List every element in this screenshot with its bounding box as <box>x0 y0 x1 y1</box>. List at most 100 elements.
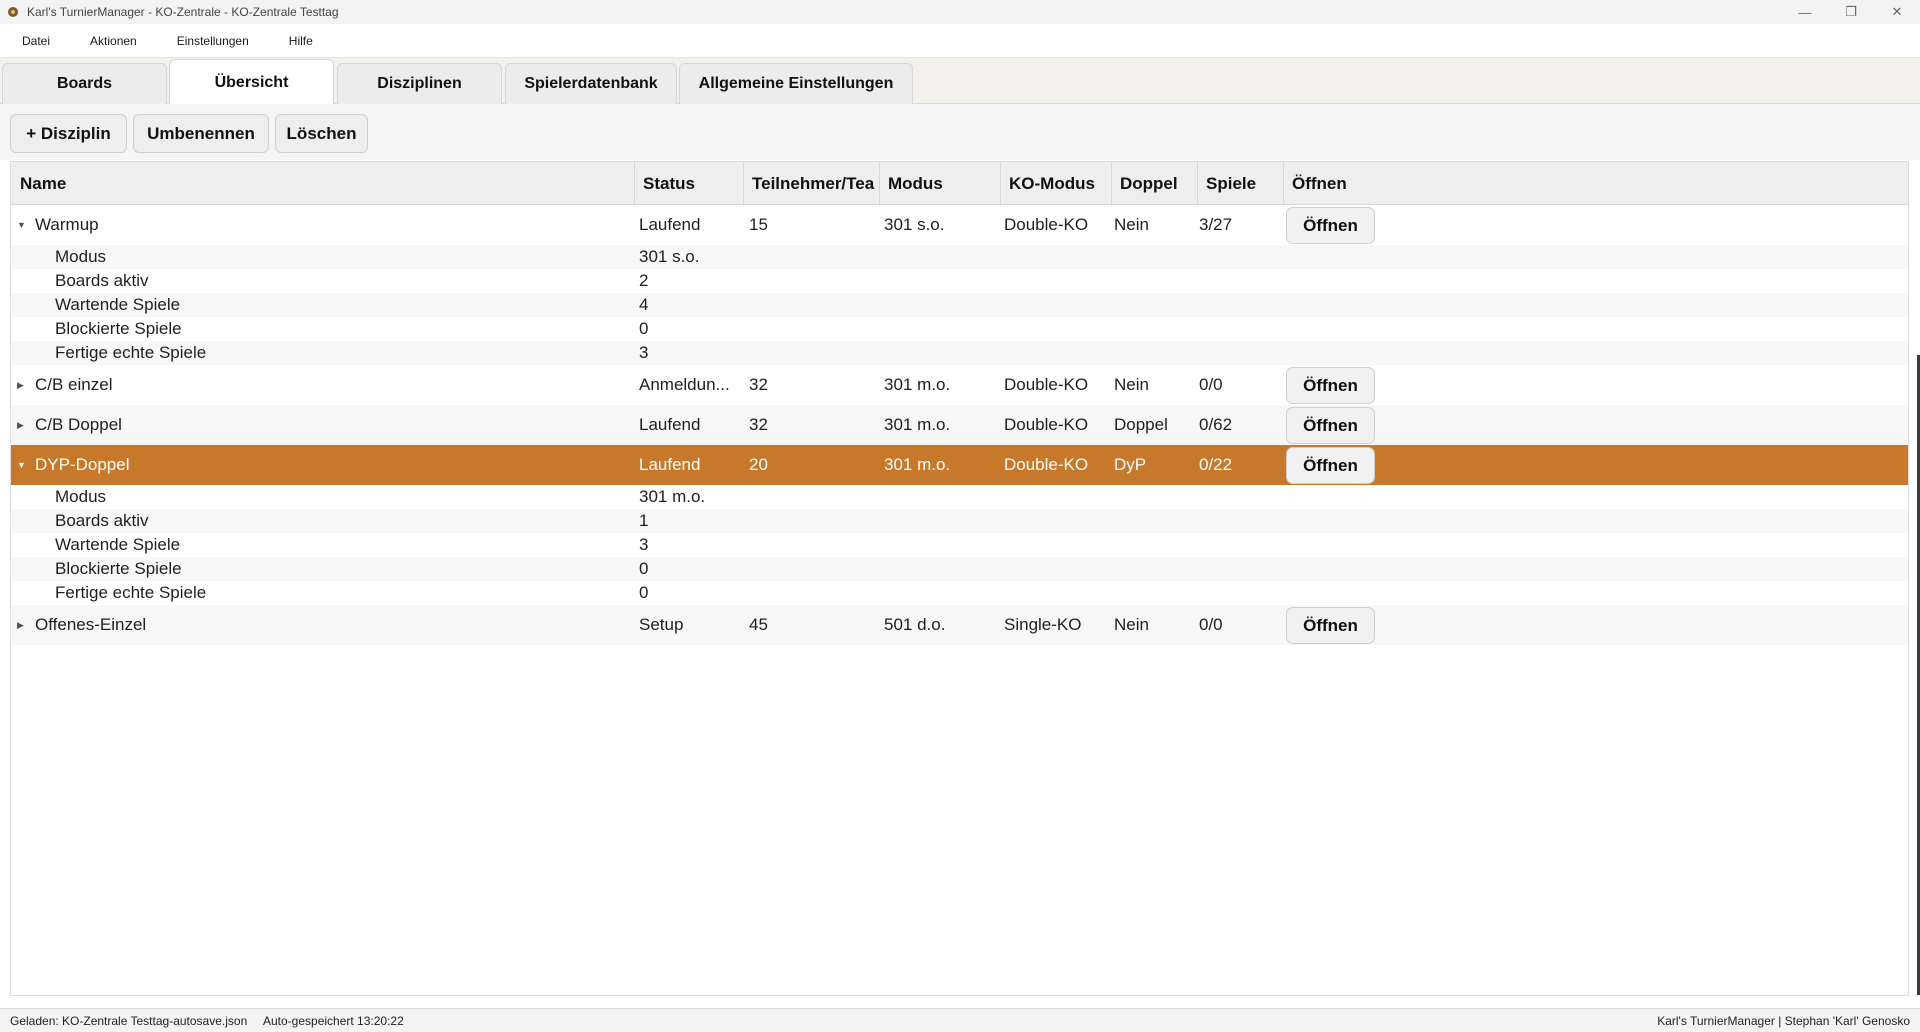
discipline-spiele: 0/62 <box>1199 415 1233 434</box>
header-teilnehmer[interactable]: Teilnehmer/Tea <box>744 162 880 205</box>
discipline-ko-modus: Double-KO <box>1004 455 1089 474</box>
discipline-spiele: 0/22 <box>1199 455 1233 474</box>
discipline-modus: 301 m.o. <box>884 415 951 434</box>
table-row-cb-doppel[interactable]: ▶ C/B Doppel Laufend 32 301 m.o. Double-… <box>11 405 1908 445</box>
tab-uebersicht[interactable]: Übersicht <box>169 59 334 105</box>
maximize-button[interactable]: ❐ <box>1828 0 1874 24</box>
expanded-arrow-icon[interactable]: ▼ <box>17 205 26 245</box>
menu-einstellungen[interactable]: Einstellungen <box>155 34 267 48</box>
detail-row: Boards aktiv 2 <box>11 269 1908 293</box>
table-row-warmup[interactable]: ▼ Warmup Laufend 15 301 s.o. Double-KO N… <box>11 205 1908 245</box>
tab-boards[interactable]: Boards <box>2 63 167 104</box>
detail-label: Boards aktiv <box>55 511 149 530</box>
rename-button[interactable]: Umbenennen <box>133 114 269 153</box>
app-credit: Karl's TurnierManager | Stephan 'Karl' G… <box>1657 1014 1910 1028</box>
discipline-spiele: 3/27 <box>1199 215 1233 234</box>
discipline-spiele: 0/0 <box>1199 615 1223 634</box>
detail-value: 4 <box>639 295 649 314</box>
title-bar: Karl's TurnierManager - KO-Zentrale - KO… <box>0 0 1920 24</box>
status-bar: Geladen: KO-Zentrale Testtag-autosave.js… <box>0 1008 1920 1032</box>
detail-row: Fertige echte Spiele 0 <box>11 581 1908 605</box>
discipline-status: Anmeldun... <box>639 375 730 394</box>
collapsed-arrow-icon[interactable]: ▶ <box>17 405 24 445</box>
discipline-name: Offenes-Einzel <box>35 615 147 634</box>
detail-label: Fertige echte Spiele <box>55 343 207 362</box>
detail-label: Boards aktiv <box>55 271 149 290</box>
dart-app-icon <box>7 6 19 18</box>
discipline-modus: 301 m.o. <box>884 375 951 394</box>
detail-row: Boards aktiv 1 <box>11 509 1908 533</box>
detail-label: Modus <box>55 247 107 266</box>
table-row-cb-einzel[interactable]: ▶ C/B einzel Anmeldun... 32 301 m.o. Dou… <box>11 365 1908 405</box>
discipline-teilnehmer: 32 <box>749 375 768 394</box>
detail-value: 3 <box>639 535 649 554</box>
discipline-name: Warmup <box>35 215 99 234</box>
discipline-status: Laufend <box>639 455 701 474</box>
menu-hilfe[interactable]: Hilfe <box>267 34 331 48</box>
detail-value: 0 <box>639 559 649 578</box>
discipline-teilnehmer: 32 <box>749 415 768 434</box>
collapsed-arrow-icon[interactable]: ▶ <box>17 365 24 405</box>
discipline-teilnehmer: 20 <box>749 455 768 474</box>
detail-label: Blockierte Spiele <box>55 559 182 578</box>
detail-row: Wartende Spiele 4 <box>11 293 1908 317</box>
detail-row: Blockierte Spiele 0 <box>11 317 1908 341</box>
discipline-modus: 501 d.o. <box>884 615 946 634</box>
header-doppel[interactable]: Doppel <box>1112 162 1198 205</box>
discipline-ko-modus: Double-KO <box>1004 415 1089 434</box>
window-title: Karl's TurnierManager - KO-Zentrale - KO… <box>27 5 339 19</box>
header-modus[interactable]: Modus <box>880 162 1001 205</box>
open-button[interactable]: Öffnen <box>1286 367 1375 404</box>
table-header: Name Status Teilnehmer/Tea Modus KO-Modu… <box>11 162 1908 205</box>
tab-bar: Boards Übersicht Disziplinen Spielerdate… <box>0 58 1920 105</box>
table-row-dyp-doppel[interactable]: ▼ DYP-Doppel Laufend 20 301 m.o. Double-… <box>11 445 1908 485</box>
detail-label: Modus <box>55 487 107 506</box>
header-ko-modus[interactable]: KO-Modus <box>1001 162 1112 205</box>
detail-value: 301 s.o. <box>639 247 700 266</box>
detail-row: Wartende Spiele 3 <box>11 533 1908 557</box>
menu-bar: Datei Aktionen Einstellungen Hilfe <box>0 24 1920 58</box>
open-button[interactable]: Öffnen <box>1286 447 1375 484</box>
discipline-doppel: Nein <box>1114 375 1149 394</box>
discipline-status: Setup <box>639 615 684 634</box>
discipline-name: C/B Doppel <box>35 415 122 434</box>
collapsed-arrow-icon[interactable]: ▶ <box>17 605 24 645</box>
tab-disziplinen[interactable]: Disziplinen <box>337 63 502 104</box>
detail-value: 0 <box>639 319 649 338</box>
table-row-offenes-einzel[interactable]: ▶ Offenes-Einzel Setup 45 501 d.o. Singl… <box>11 605 1908 645</box>
discipline-doppel: DyP <box>1114 455 1147 474</box>
detail-label: Wartende Spiele <box>55 295 181 314</box>
add-discipline-button[interactable]: + Disziplin <box>10 114 127 153</box>
discipline-status: Laufend <box>639 215 701 234</box>
header-oeffnen[interactable]: Öffnen <box>1284 162 1908 205</box>
tab-spielerdatenbank[interactable]: Spielerdatenbank <box>505 63 677 104</box>
header-spiele[interactable]: Spiele <box>1198 162 1284 205</box>
menu-aktionen[interactable]: Aktionen <box>68 34 155 48</box>
header-status[interactable]: Status <box>635 162 744 205</box>
discipline-doppel: Doppel <box>1114 415 1168 434</box>
detail-value: 0 <box>639 583 649 602</box>
discipline-modus: 301 s.o. <box>884 215 945 234</box>
discipline-ko-modus: Double-KO <box>1004 215 1089 234</box>
header-name[interactable]: Name <box>11 162 635 205</box>
discipline-status: Laufend <box>639 415 701 434</box>
menu-datei[interactable]: Datei <box>0 34 68 48</box>
discipline-doppel: Nein <box>1114 615 1149 634</box>
discipline-doppel: Nein <box>1114 215 1149 234</box>
detail-label: Wartende Spiele <box>55 535 181 554</box>
discipline-table[interactable]: Name Status Teilnehmer/Tea Modus KO-Modu… <box>10 161 1909 996</box>
open-button[interactable]: Öffnen <box>1286 207 1375 244</box>
open-button[interactable]: Öffnen <box>1286 407 1375 444</box>
autosave-status: Auto-gespeichert 13:20:22 <box>263 1014 404 1028</box>
minimize-button[interactable]: — <box>1782 0 1828 24</box>
detail-value: 3 <box>639 343 649 362</box>
delete-button[interactable]: Löschen <box>275 114 368 153</box>
detail-value: 2 <box>639 271 649 290</box>
detail-row: Blockierte Spiele 0 <box>11 557 1908 581</box>
expanded-arrow-icon[interactable]: ▼ <box>17 445 26 485</box>
open-button[interactable]: Öffnen <box>1286 607 1375 644</box>
discipline-modus: 301 m.o. <box>884 455 951 474</box>
tab-allgemeine-einstellungen[interactable]: Allgemeine Einstellungen <box>679 63 913 104</box>
close-button[interactable]: ✕ <box>1874 0 1920 24</box>
detail-value: 1 <box>639 511 649 530</box>
